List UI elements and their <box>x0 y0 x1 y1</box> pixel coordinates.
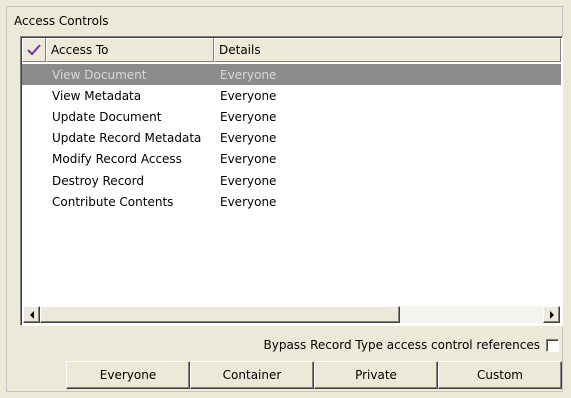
everyone-button[interactable]: Everyone <box>66 361 190 389</box>
scroll-thumb[interactable] <box>40 306 400 323</box>
table-row[interactable]: Destroy Record Everyone <box>22 170 561 191</box>
access-cell: View Metadata <box>52 88 142 103</box>
table-row[interactable]: View Metadata Everyone <box>22 85 561 106</box>
table-row[interactable]: Update Record Metadata Everyone <box>22 128 561 149</box>
scroll-left-button[interactable] <box>23 306 40 323</box>
details-cell: Everyone <box>220 131 277 146</box>
table-row[interactable]: View Document Everyone <box>22 64 561 86</box>
access-cell: Update Document <box>52 109 162 124</box>
custom-button[interactable]: Custom <box>438 361 562 389</box>
column-header-details[interactable]: Details <box>214 38 561 62</box>
container-button[interactable]: Container <box>190 361 314 389</box>
details-cell: Everyone <box>220 109 277 124</box>
table-row[interactable]: Update Document Everyone <box>22 106 561 127</box>
arrow-right-icon <box>549 310 554 319</box>
scroll-track[interactable] <box>40 306 543 323</box>
bypass-checkbox[interactable] <box>546 338 559 352</box>
private-button[interactable]: Private <box>314 361 438 389</box>
access-cell: Update Record Metadata <box>52 131 202 146</box>
list-header: Access To Details <box>22 38 561 62</box>
details-cell: Everyone <box>220 88 277 103</box>
access-cell: View Document <box>52 67 147 82</box>
access-buttons: Everyone Container Private Custom <box>66 361 562 389</box>
panel-title: Access Controls <box>14 14 109 28</box>
access-cell: Contribute Contents <box>52 194 174 209</box>
details-cell: Everyone <box>220 194 277 209</box>
table-row[interactable]: Contribute Contents Everyone <box>22 191 561 212</box>
check-column-header[interactable] <box>22 38 46 62</box>
access-cell: Destroy Record <box>52 173 144 188</box>
bypass-label: Bypass Record Type access control refere… <box>263 338 541 352</box>
details-cell: Everyone <box>220 173 277 188</box>
bypass-option: Bypass Record Type access control refere… <box>263 338 559 352</box>
column-header-access-to[interactable]: Access To <box>46 38 214 62</box>
access-list[interactable]: Access To Details View Document Everyone… <box>20 36 563 326</box>
horizontal-scrollbar[interactable] <box>23 306 560 323</box>
details-cell: Everyone <box>220 152 277 167</box>
table-row[interactable]: Modify Record Access Everyone <box>22 149 561 170</box>
access-cell: Modify Record Access <box>52 152 182 167</box>
arrow-left-icon <box>29 310 34 319</box>
checkmark-icon <box>27 44 41 56</box>
details-cell: Everyone <box>220 67 277 82</box>
scroll-right-button[interactable] <box>543 306 560 323</box>
